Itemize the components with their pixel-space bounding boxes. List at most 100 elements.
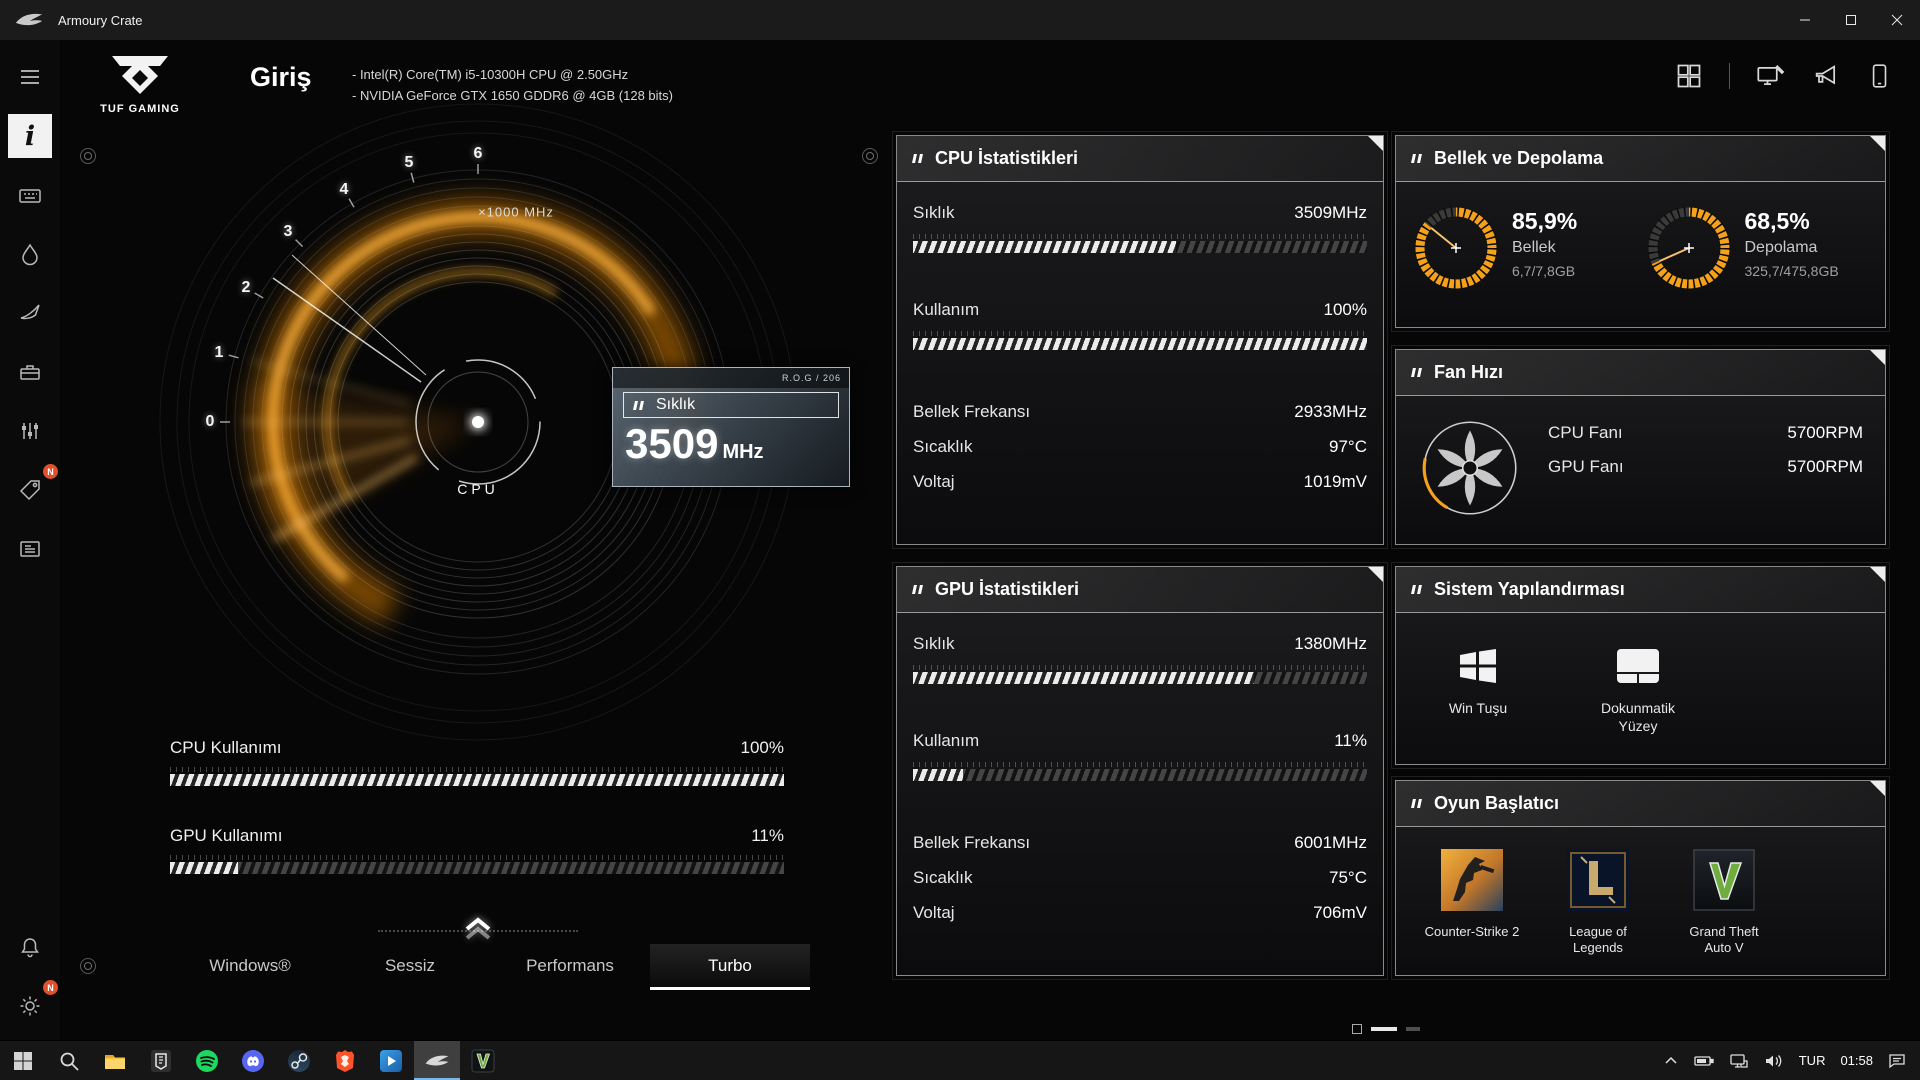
megaphone-icon[interactable]: [1812, 62, 1840, 90]
maximize-button[interactable]: [1828, 0, 1874, 40]
sidebar: i N N: [0, 40, 60, 1040]
gauge-tick-2: 2: [242, 279, 251, 297]
network-icon[interactable]: [1729, 1053, 1749, 1069]
fan-panel-title: Fan Hızı: [1434, 362, 1503, 383]
gauge-tick-3: 3: [284, 223, 293, 241]
memory-percent: 85,9%: [1512, 208, 1577, 235]
start-button[interactable]: [0, 1041, 46, 1080]
battery-icon[interactable]: [1694, 1053, 1714, 1069]
action-center-icon[interactable]: [1888, 1053, 1906, 1069]
taskbar-search[interactable]: [46, 1041, 92, 1080]
clock[interactable]: 01:58: [1840, 1053, 1873, 1068]
gpu-fan-label: GPU Fanı: [1548, 457, 1624, 477]
sidebar-item-aura[interactable]: [8, 232, 52, 276]
menu-button[interactable]: [8, 55, 52, 99]
lol-icon: [1567, 849, 1629, 911]
sidebar-item-scenario[interactable]: [8, 291, 52, 335]
taskbar-spotify[interactable]: [184, 1041, 230, 1080]
cpu-temp-value: 97°C: [1329, 436, 1367, 457]
decor-ring: [862, 148, 878, 164]
overlay-badge: R.O.G / 206: [613, 368, 849, 388]
header: TUF GAMING Giriş - Intel(R) Core(TM) i5-…: [60, 40, 1920, 140]
volume-icon[interactable]: [1764, 1053, 1784, 1069]
windows-taskbar: TUR 01:58: [0, 1040, 1920, 1080]
memory-label: Bellek: [1512, 239, 1577, 257]
settings-badge: N: [43, 980, 58, 995]
cpu-panel-title-row: CPU İstatistikleri: [897, 136, 1383, 182]
sliders-icon: [18, 419, 42, 443]
pager-inactive[interactable]: [1406, 1027, 1420, 1031]
gauge-tick-0: 0: [206, 413, 215, 431]
notifications-button[interactable]: [8, 925, 52, 969]
gpu-temp-row: Sıcaklık 75°C: [913, 860, 1367, 895]
minimize-button[interactable]: [1782, 0, 1828, 40]
system-info: - Intel(R) Core(TM) i5-10300H CPU @ 2.50…: [352, 64, 673, 106]
system-tray: TUR 01:58: [1663, 1041, 1920, 1080]
taskbar-steam[interactable]: [276, 1041, 322, 1080]
mode-tab-turbo[interactable]: Turbo: [650, 944, 810, 990]
armoury-crate-icon: [424, 1052, 450, 1070]
taskbar-epic-games[interactable]: [138, 1041, 184, 1080]
window-controls: [1782, 0, 1920, 40]
ruler: [170, 855, 784, 860]
tray-expand-icon[interactable]: [1663, 1053, 1679, 1069]
taskbar-armoury-crate[interactable]: [414, 1041, 460, 1080]
sidebar-item-home[interactable]: i: [8, 114, 52, 158]
gpu-memfreq-row: Bellek Frekansı 6001MHz: [913, 825, 1367, 860]
gpu-load-label: Kullanım: [913, 728, 979, 754]
frequency-value: 3509: [625, 422, 718, 466]
collapse-chevron[interactable]: [462, 915, 494, 946]
taskbar-file-explorer[interactable]: [92, 1041, 138, 1080]
taskbar-brave[interactable]: [322, 1041, 368, 1080]
aura-droplet-icon: [18, 242, 42, 266]
storage-ring-gauge: [1643, 202, 1735, 294]
mode-tab-silent[interactable]: Sessiz: [330, 944, 490, 990]
quote-mark-icon: [1412, 367, 1425, 378]
tag-icon: [18, 478, 42, 502]
fan-speed-panel: Fan Hızı CPU Fanı 5700RPM: [1395, 349, 1886, 545]
game-tile-gtav[interactable]: Grand Theft Auto V: [1676, 849, 1772, 956]
mode-tab-performance[interactable]: Performans: [490, 944, 650, 990]
news-icon: [18, 537, 42, 561]
mode-tab-windows[interactable]: Windows®: [170, 944, 330, 990]
gpu-voltage-value: 706mV: [1313, 902, 1367, 923]
touchpad-toggle[interactable]: Dokunmatik Yüzey: [1590, 641, 1686, 735]
mobile-device-icon[interactable]: [1866, 62, 1892, 90]
ruler: [913, 665, 1367, 670]
pager-active[interactable]: [1371, 1027, 1397, 1031]
cpu-freq-value: 3509MHz: [1294, 200, 1367, 226]
sidebar-item-devices[interactable]: [8, 173, 52, 217]
game-tile-cs2[interactable]: Counter-Strike 2: [1424, 849, 1520, 956]
folder-icon: [103, 1049, 127, 1073]
storage-percent: 68,5%: [1745, 208, 1839, 235]
memory-storage-panel: Bellek ve Depolama 85,9% Bellek 6,7/7,8G…: [1395, 135, 1886, 328]
sidebar-item-tuning[interactable]: [8, 409, 52, 453]
pager-square[interactable]: [1352, 1024, 1362, 1034]
game-tile-lol[interactable]: League of Legends: [1550, 849, 1646, 956]
taskbar-discord[interactable]: [230, 1041, 276, 1080]
gpu-temp-value: 75°C: [1329, 867, 1367, 888]
cpu-panel-title: CPU İstatistikleri: [935, 148, 1078, 169]
language-indicator[interactable]: TUR: [1799, 1053, 1826, 1068]
win-key-toggle[interactable]: Win Tuşu: [1430, 641, 1526, 735]
gpu-usage-value: 11%: [751, 826, 784, 846]
sidebar-item-game-library[interactable]: [8, 350, 52, 394]
sidebar-item-offers[interactable]: N: [8, 468, 52, 512]
layout-grid-icon[interactable]: [1675, 62, 1703, 90]
settings-button[interactable]: N: [8, 984, 52, 1028]
ruler: [913, 234, 1367, 239]
cpu-memfreq-row: Bellek Frekansı 2933MHz: [913, 394, 1367, 429]
gpu-freq-value: 1380MHz: [1294, 631, 1367, 657]
cpu-info-line: - Intel(R) Core(TM) i5-10300H CPU @ 2.50…: [352, 64, 673, 85]
cpu-usage-label: CPU Kullanımı: [170, 738, 281, 758]
memory-panel-title-row: Bellek ve Depolama: [1396, 136, 1885, 182]
sidebar-item-news[interactable]: [8, 527, 52, 571]
close-button[interactable]: [1874, 0, 1920, 40]
taskbar-media-app[interactable]: [368, 1041, 414, 1080]
page-title: Giriş: [250, 62, 312, 93]
cpu-stats-panel: CPU İstatistikleri Sıklık 3509MHz Kullan…: [896, 135, 1384, 545]
device-edit-icon[interactable]: [1756, 62, 1786, 90]
gpu-panel-title: GPU İstatistikleri: [935, 579, 1079, 600]
touchpad-icon: [1614, 646, 1662, 686]
taskbar-gtav[interactable]: [460, 1041, 506, 1080]
